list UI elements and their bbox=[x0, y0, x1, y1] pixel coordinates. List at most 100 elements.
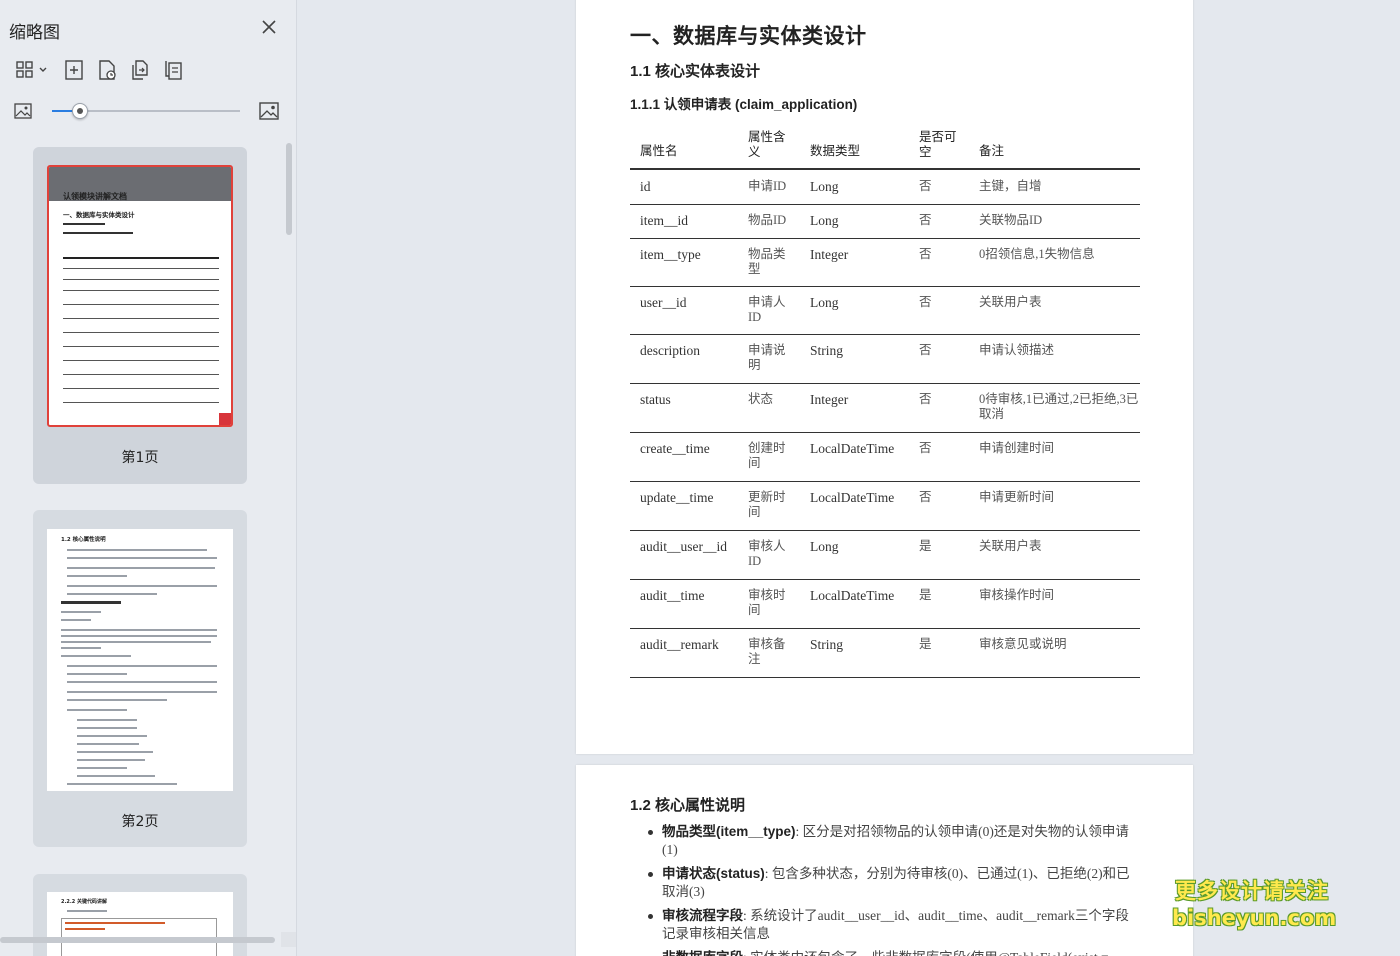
table-cell-note: 申请更新时间 bbox=[979, 490, 1055, 504]
section-heading: 1.1 核心实体表设计 bbox=[630, 63, 761, 80]
table-cell-type: LocalDateTime bbox=[810, 441, 895, 456]
table-cell-note: 0待审核,1已通过,2已拒绝,3已取消 bbox=[979, 392, 1139, 421]
table-cell-nullable: 否 bbox=[919, 392, 932, 406]
zoom-in-image-icon[interactable] bbox=[258, 101, 280, 121]
table-cell-meaning: 物品ID bbox=[748, 213, 787, 227]
page-heading: 一、数据库与实体类设计 bbox=[630, 25, 867, 48]
zoom-slider-handle[interactable] bbox=[72, 103, 88, 119]
column-header: 备注 bbox=[979, 144, 1005, 158]
table-cell-nullable: 否 bbox=[919, 213, 932, 227]
table-row-rule bbox=[630, 334, 1140, 335]
thumbnail-heading: 1.2 核心属性说明 bbox=[61, 537, 106, 543]
watermark-line-2: bisheyun.com bbox=[1172, 906, 1337, 930]
thumbnail-heading: 2.2.2 关键代码讲解 bbox=[61, 899, 107, 905]
table-cell-meaning: 申请说明 bbox=[748, 343, 786, 372]
column-header: 数据类型 bbox=[810, 144, 861, 158]
table-cell-type: Integer bbox=[810, 392, 849, 407]
table-cell-meaning: 物品类型 bbox=[748, 247, 786, 276]
table-row-rule bbox=[630, 530, 1140, 531]
document-page-2: 1.2 核心属性说明 物品类型(item__type): 区分是对招领物品的认领… bbox=[576, 765, 1193, 956]
table-cell-nullable: 否 bbox=[919, 295, 932, 309]
table-cell-nullable: 否 bbox=[919, 343, 932, 357]
table-cell-name: item__type bbox=[640, 247, 701, 262]
thumbnail-layout-icon[interactable] bbox=[14, 58, 50, 82]
table-cell-name: description bbox=[640, 343, 700, 358]
table-row-rule bbox=[630, 383, 1140, 384]
thumbnail-heading: 一、数据库与实体类设计 bbox=[63, 211, 135, 219]
list-item-term: 审核流程字段 bbox=[662, 908, 743, 923]
insert-page-icon[interactable] bbox=[62, 58, 86, 82]
list-item-term: 申请状态(status) bbox=[662, 866, 765, 881]
table-cell-name: id bbox=[640, 179, 651, 194]
thumbnail-page-2[interactable]: 1.2 核心属性说明 第2页 bbox=[33, 510, 247, 847]
table-cell-nullable: 否 bbox=[919, 490, 932, 504]
table-cell-type: LocalDateTime bbox=[810, 588, 895, 603]
thumbnail-page-1[interactable]: 认领模块讲解文档 一、数据库与实体类设计 第1页 bbox=[33, 147, 247, 484]
thumbnail-page-3[interactable]: 2.2.2 关键代码讲解 bbox=[33, 874, 247, 956]
scrollbar-corner bbox=[281, 932, 296, 947]
table-cell-note: 关联用户表 bbox=[979, 295, 1042, 309]
table-cell-nullable: 是 bbox=[919, 539, 932, 553]
table-row-rule bbox=[630, 481, 1140, 482]
table-row-rule bbox=[630, 628, 1140, 629]
table-cell-note: 审核操作时间 bbox=[979, 588, 1055, 602]
table-cell-meaning: 审核人ID bbox=[748, 539, 786, 568]
table-cell-meaning: 审核备注 bbox=[748, 637, 786, 666]
table-cell-note: 关联物品ID bbox=[979, 213, 1043, 227]
table-cell-meaning: 状态 bbox=[748, 392, 774, 406]
table-cell-nullable: 是 bbox=[919, 637, 932, 651]
table-cell-type: Long bbox=[810, 179, 839, 194]
table-cell-note: 申请创建时间 bbox=[979, 441, 1055, 455]
table-cell-type: Long bbox=[810, 213, 839, 228]
table-cell-name: audit__time bbox=[640, 588, 705, 603]
close-icon[interactable] bbox=[259, 17, 279, 37]
table-cell-name: audit__user__id bbox=[640, 539, 727, 554]
table-row-rule bbox=[630, 238, 1140, 239]
zoom-slider[interactable] bbox=[52, 103, 240, 119]
table-cell-name: user__id bbox=[640, 295, 687, 310]
thumbnail-page-1-preview: 认领模块讲解文档 一、数据库与实体类设计 bbox=[47, 165, 233, 427]
table-cell-type: String bbox=[810, 637, 844, 652]
copy-page-icon[interactable] bbox=[128, 58, 152, 82]
table-cell-nullable: 否 bbox=[919, 179, 932, 193]
sidebar-vertical-scrollbar[interactable] bbox=[286, 143, 292, 235]
table-cell-type: Long bbox=[810, 539, 839, 554]
table-cell-name: audit__remark bbox=[640, 637, 719, 652]
thumbnail-page-3-preview: 2.2.2 关键代码讲解 bbox=[47, 892, 233, 956]
table-cell-nullable: 是 bbox=[919, 588, 932, 602]
table-row-rule bbox=[630, 204, 1140, 205]
thumbnail-label: 第1页 bbox=[121, 450, 159, 466]
table-row-rule bbox=[630, 579, 1140, 580]
insert-from-file-icon[interactable] bbox=[95, 58, 119, 82]
section-heading: 1.2 核心属性说明 bbox=[630, 797, 746, 814]
table-row-rule bbox=[630, 432, 1140, 433]
subsection-heading: 1.1.1 认领申请表 (claim_application) bbox=[630, 97, 858, 112]
table-cell-meaning: 审核时间 bbox=[748, 588, 786, 617]
table-cell-meaning: 申请人ID bbox=[748, 295, 786, 324]
table-cell-nullable: 否 bbox=[919, 247, 932, 261]
paste-page-icon[interactable] bbox=[161, 58, 185, 82]
attribute-bullet-list: 物品类型(item__type): 区分是对招领物品的认领申请(0)还是对失物的… bbox=[646, 823, 1136, 956]
table-cell-name: update__time bbox=[640, 490, 714, 505]
sidebar-title: 缩略图 bbox=[9, 23, 60, 43]
table-cell-type: LocalDateTime bbox=[810, 490, 895, 505]
column-header: 是否可空 bbox=[919, 130, 957, 159]
table-cell-note: 申请认领描述 bbox=[979, 343, 1055, 357]
watermark: 更多设计请关注 bisheyun.com bbox=[1172, 878, 1337, 932]
thumbnail-page-2-preview: 1.2 核心属性说明 bbox=[47, 529, 233, 791]
table-cell-nullable: 否 bbox=[919, 441, 932, 455]
sidebar-horizontal-scrollbar[interactable] bbox=[0, 937, 275, 943]
table-cell-name: status bbox=[640, 392, 671, 407]
table-cell-note: 0招领信息,1失物信息 bbox=[979, 247, 1095, 261]
document-page-1: 一、数据库与实体类设计 1.1 核心实体表设计 1.1.1 认领申请表 (cla… bbox=[576, 0, 1193, 754]
list-item: 物品类型(item__type): 区分是对招领物品的认领申请(0)还是对失物的… bbox=[646, 823, 1136, 859]
table-cell-meaning: 申请ID bbox=[748, 179, 787, 193]
table-cell-meaning: 创建时间 bbox=[748, 441, 786, 470]
list-item: 非数据库字段: 实体类中还包含了一些非数据库字段(使用@TableField(e… bbox=[646, 949, 1136, 956]
zoom-out-image-icon[interactable] bbox=[13, 102, 33, 120]
table-row-rule bbox=[630, 286, 1140, 287]
thumbnail-label: 第2页 bbox=[121, 814, 159, 830]
table-cell-note: 审核意见或说明 bbox=[979, 637, 1067, 651]
table-cell-type: String bbox=[810, 343, 844, 358]
table-cell-meaning: 更新时间 bbox=[748, 490, 786, 519]
